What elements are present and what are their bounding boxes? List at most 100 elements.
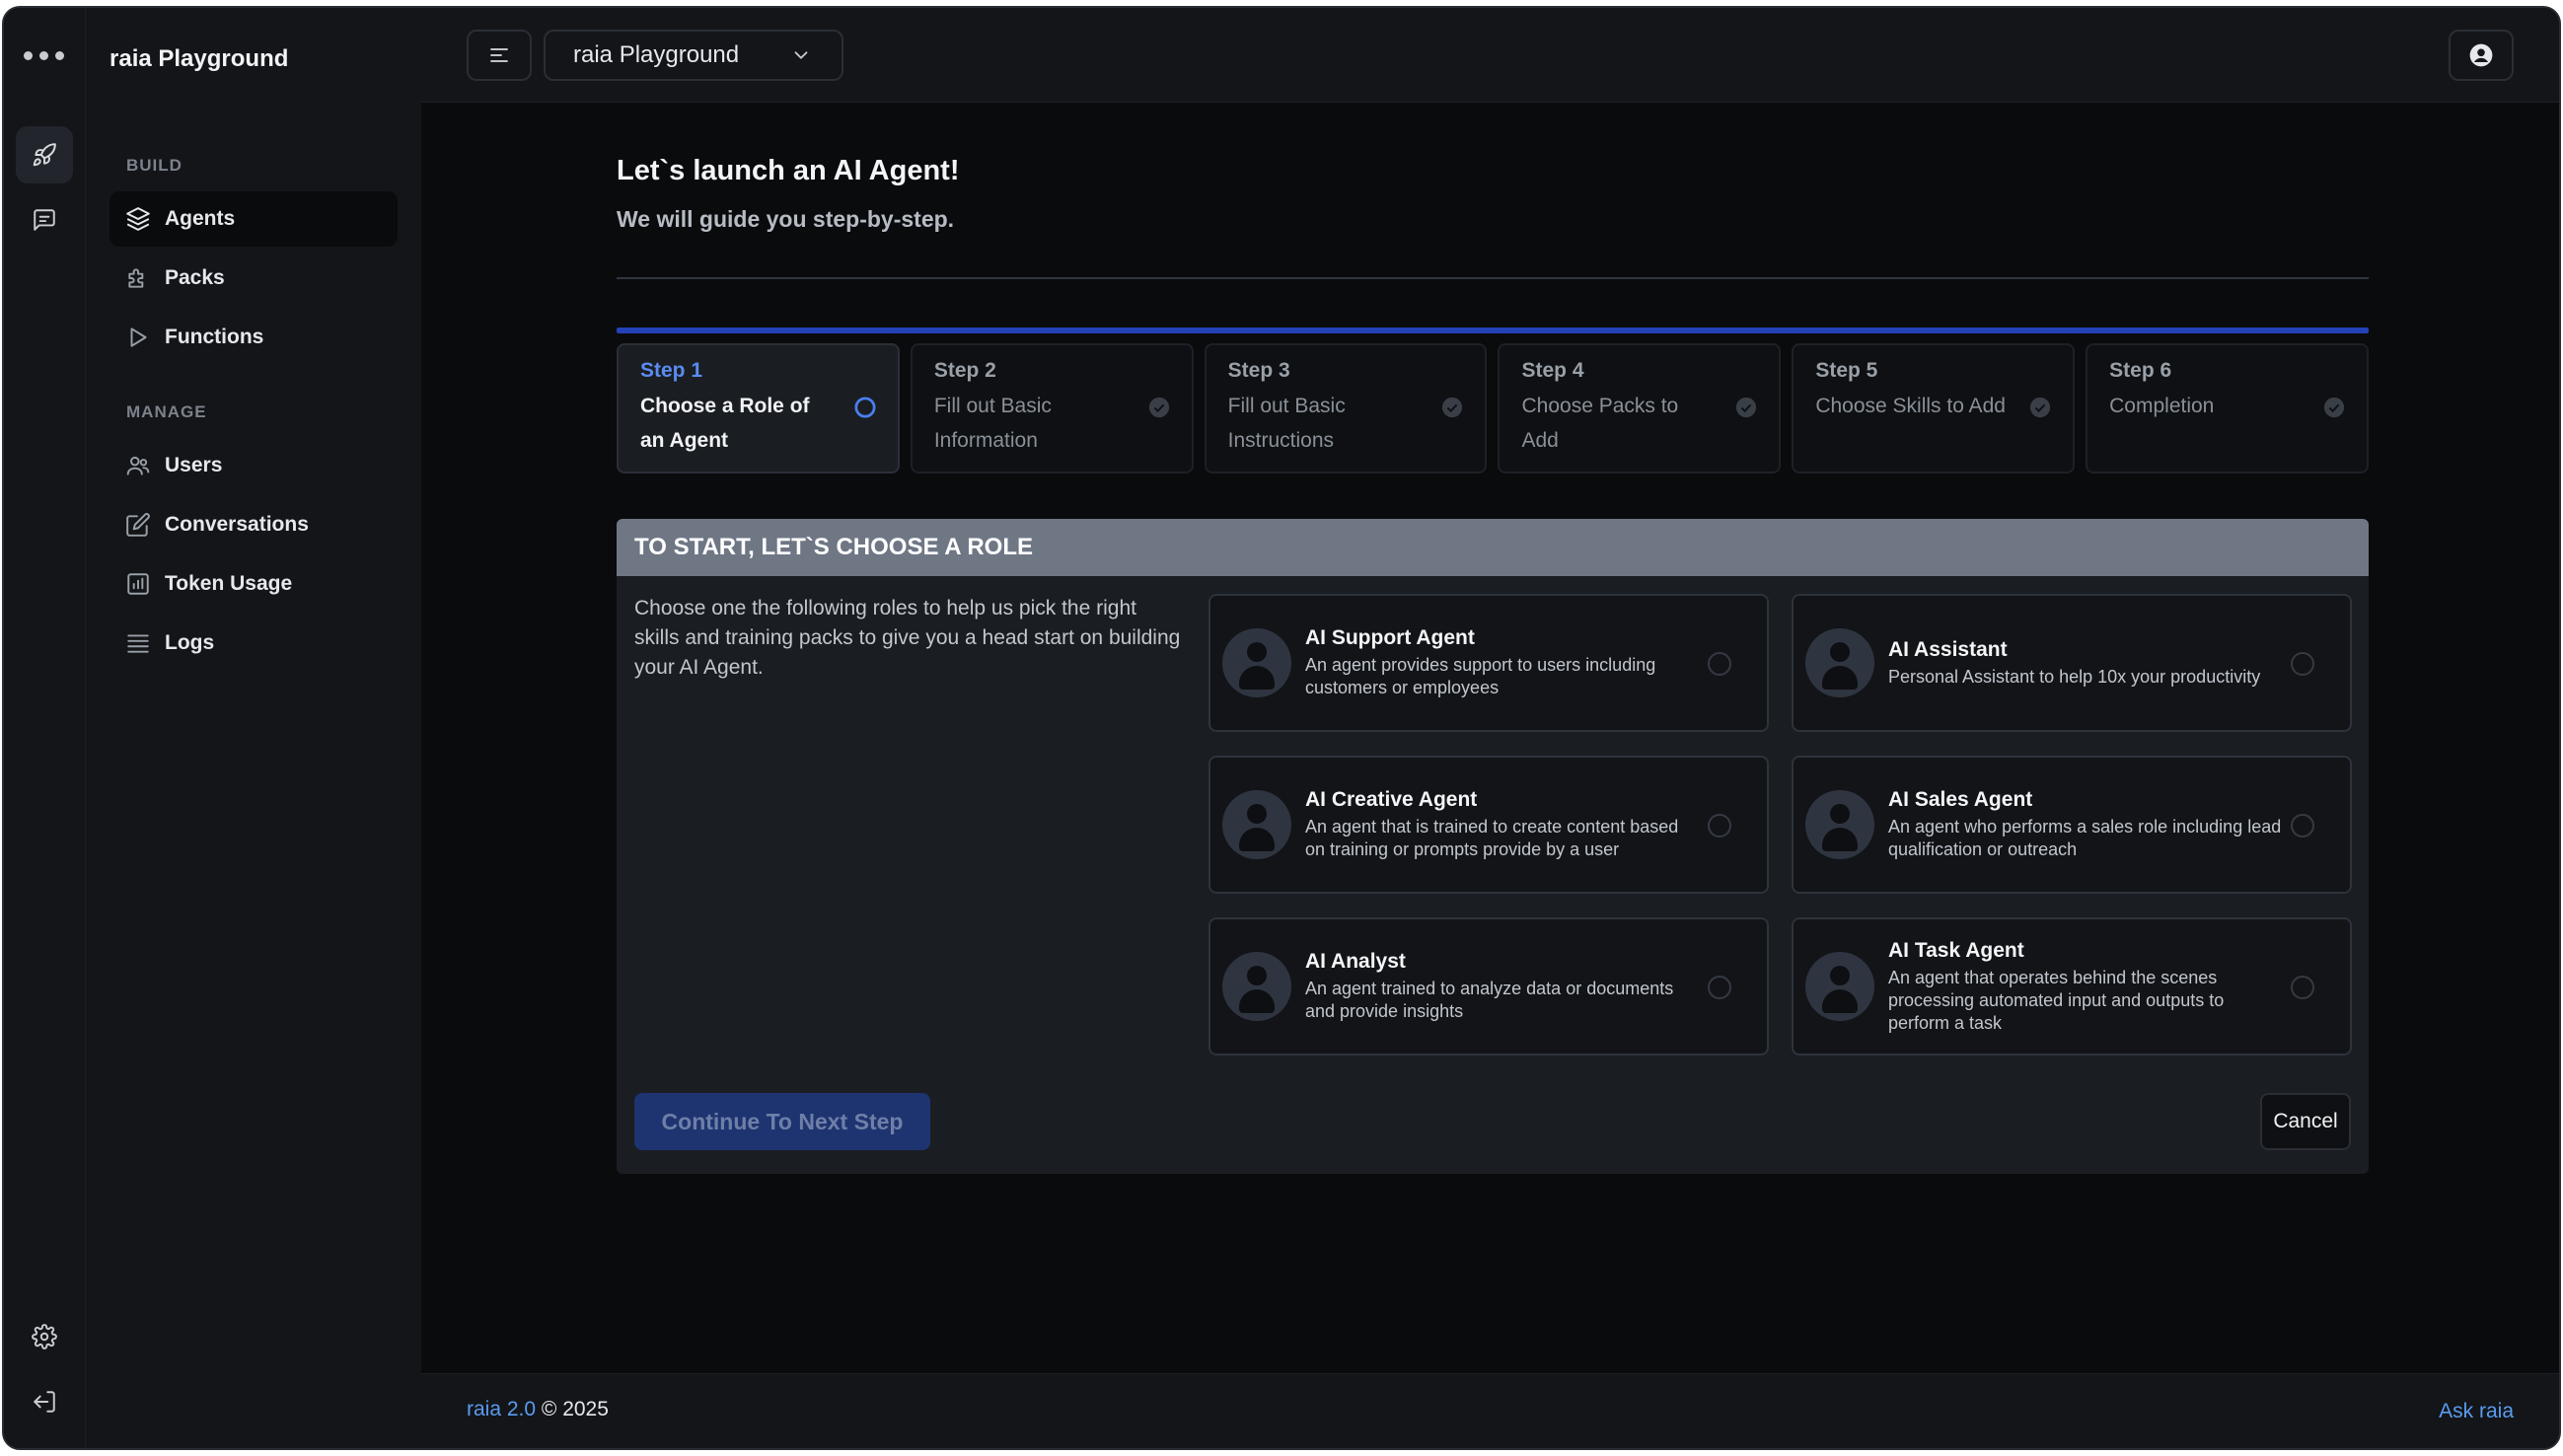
chat-icon[interactable] [16, 191, 73, 249]
role-description: An agent that operates behind the scenes… [1888, 967, 2225, 1033]
panel-intro-text: Choose one the following roles to help u… [634, 597, 1181, 679]
step-description: Choose a Role of an Agent [640, 395, 810, 452]
sidebar-item-users[interactable]: Users [110, 438, 398, 493]
page-subtitle: We will guide you step-by-step. [617, 206, 955, 232]
sidebar-item-label: Users [165, 454, 223, 476]
sidebar-item-token-usage[interactable]: Token Usage [110, 556, 398, 612]
wizard-progress-bar [617, 328, 2369, 333]
page-title: Let`s launch an AI Agent! [617, 155, 960, 186]
settings-gear-icon[interactable] [16, 1308, 73, 1365]
icon-rail [4, 8, 86, 1448]
role-card-creative-agent[interactable]: AI Creative Agent An agent that is train… [1208, 756, 1769, 894]
role-card-support-agent[interactable]: AI Support Agent An agent provides suppo… [1208, 594, 1769, 732]
wizard-step-4[interactable]: Step 4 Choose Packs to Add [1498, 343, 1782, 473]
avatar-icon [1222, 952, 1291, 1021]
user-account-button[interactable] [2449, 30, 2514, 81]
ask-raia-link[interactable]: Ask raia [2439, 1400, 2514, 1423]
sidebar-item-label: Agents [165, 207, 236, 230]
wizard-step-2[interactable]: Step 2 Fill out Basic Information [910, 343, 1194, 473]
avatar-icon [1222, 628, 1291, 697]
check-circle-icon [1736, 397, 1757, 418]
role-radio[interactable] [1708, 976, 1731, 999]
panel-heading: TO START, LET`S CHOOSE A ROLE [617, 519, 2369, 576]
wizard-step-5[interactable]: Step 5 Choose Skills to Add [1792, 343, 2076, 473]
role-description: Personal Assistant to help 10x your prod… [1888, 666, 2261, 687]
version-link[interactable]: raia 2.0 [467, 1398, 536, 1420]
role-title: AI Task Agent [1888, 938, 2024, 962]
step-description: Choose Packs to Add [1521, 395, 1679, 452]
role-title: AI Support Agent [1305, 626, 1475, 649]
sidebar-item-label: Logs [165, 631, 215, 654]
role-radio[interactable] [2291, 652, 2314, 676]
nav-section-manage: MANAGE [126, 402, 207, 421]
step-description: Fill out Basic Information [933, 395, 1052, 452]
wizard-step-3[interactable]: Step 3 Fill out Basic Instructions [1204, 343, 1488, 473]
step-description: Choose Skills to Add [1815, 395, 2006, 417]
footer: raia 2.0 © 2025 Ask raia [421, 1373, 2559, 1448]
avatar-icon [1805, 952, 1874, 1021]
users-icon [126, 456, 150, 475]
sidebar: raia Playground BUILD Agents Packs Funct… [86, 8, 421, 1448]
copyright-text: © 2025 [541, 1398, 609, 1420]
role-description: An agent provides support to users inclu… [1305, 655, 1656, 697]
role-card-analyst[interactable]: AI Analyst An agent trained to analyze d… [1208, 917, 1769, 1056]
sidebar-item-label: Functions [165, 326, 264, 348]
cancel-button[interactable]: Cancel [2260, 1093, 2351, 1150]
logout-icon[interactable] [16, 1373, 73, 1430]
play-icon [130, 328, 147, 347]
role-card-sales-agent[interactable]: AI Sales Agent An agent who performs a s… [1792, 756, 2352, 894]
role-description: An agent that is trained to create conte… [1305, 817, 1679, 859]
top-bar: raia Playground [421, 8, 2559, 103]
sidebar-item-packs[interactable]: Packs [110, 251, 398, 306]
divider [617, 277, 2369, 279]
sidebar-item-agents[interactable]: Agents [110, 191, 398, 247]
sidebar-item-label: Conversations [165, 513, 309, 536]
role-card-assistant[interactable]: AI Assistant Personal Assistant to help … [1792, 594, 2352, 732]
step-number: Step 1 [640, 359, 703, 382]
check-circle-icon [2323, 397, 2345, 418]
window-menu-dots-icon[interactable] [24, 51, 64, 60]
wizard-steps: Step 1 Choose a Role of an Agent Step 2 … [617, 343, 2369, 473]
check-circle-icon [1442, 397, 1463, 418]
app-window: raia Playground BUILD Agents Packs Funct… [2, 6, 2561, 1450]
wizard-step-1[interactable]: Step 1 Choose a Role of an Agent [617, 343, 900, 473]
brand-title: raia Playground [110, 45, 289, 72]
role-radio[interactable] [1708, 652, 1731, 676]
step-number: Step 5 [1815, 359, 1878, 382]
role-radio[interactable] [2291, 814, 2314, 837]
role-title: AI Sales Agent [1888, 788, 2033, 811]
user-circle-icon [2469, 43, 2493, 67]
sidebar-item-label: Token Usage [165, 572, 293, 595]
nav-section-build: BUILD [126, 156, 183, 175]
role-radio[interactable] [1708, 814, 1731, 837]
role-title: AI Assistant [1888, 637, 2008, 661]
sidebar-item-label: Packs [165, 266, 225, 289]
workspace-select-value: raia Playground [573, 41, 740, 68]
list-icon [127, 634, 149, 653]
step-number: Step 2 [933, 359, 996, 382]
role-radio[interactable] [2291, 976, 2314, 999]
role-description: An agent trained to analyze data or docu… [1305, 979, 1674, 1021]
sidebar-item-functions[interactable]: Functions [110, 310, 398, 365]
workspace-select[interactable]: raia Playground [544, 30, 843, 81]
role-title: AI Analyst [1305, 950, 1406, 973]
chart-icon [127, 573, 149, 595]
sidebar-toggle-button[interactable] [467, 30, 532, 81]
step-number: Step 4 [1521, 359, 1584, 382]
wizard-step-6[interactable]: Step 6 Completion [2086, 343, 2369, 473]
step-description: Fill out Basic Instructions [1227, 395, 1346, 452]
avatar-icon [1805, 790, 1874, 859]
role-card-task-agent[interactable]: AI Task Agent An agent that operates beh… [1792, 917, 2352, 1056]
step-number: Step 3 [1227, 359, 1290, 382]
rocket-icon[interactable] [16, 126, 73, 183]
menu-align-icon [490, 48, 508, 62]
footer-copyright: raia 2.0 © 2025 [467, 1398, 609, 1421]
sidebar-item-logs[interactable]: Logs [110, 616, 398, 671]
step-description: Completion [2109, 395, 2215, 417]
check-circle-icon [2030, 397, 2051, 418]
puzzle-icon [128, 268, 144, 288]
check-circle-icon [1148, 397, 1169, 418]
continue-button[interactable]: Continue To Next Step [634, 1093, 930, 1150]
role-description: An agent who performs a sales role inclu… [1888, 817, 2282, 859]
sidebar-item-conversations[interactable]: Conversations [110, 497, 398, 552]
